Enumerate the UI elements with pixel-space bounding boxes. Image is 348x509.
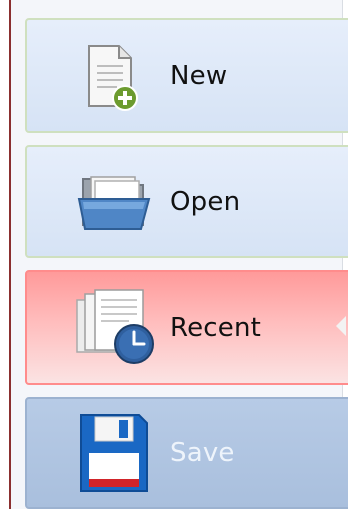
menu-item-save-label: Save xyxy=(170,438,235,468)
file-menu-panel: New Open Recent Save xyxy=(9,0,348,509)
recent-documents-icon xyxy=(71,288,157,372)
menu-item-new-label: New xyxy=(170,60,228,91)
menu-item-open[interactable]: Open xyxy=(25,145,348,258)
menu-item-new[interactable]: New xyxy=(25,18,348,133)
menu-item-recent-label: Recent xyxy=(170,312,262,343)
menu-item-save[interactable]: Save xyxy=(25,397,348,509)
save-floppy-icon xyxy=(77,411,151,499)
selected-pointer xyxy=(336,316,346,336)
menu-item-open-label: Open xyxy=(170,186,241,217)
menu-item-recent[interactable]: Recent xyxy=(25,270,348,385)
new-document-icon xyxy=(81,42,143,116)
folder-open-icon xyxy=(77,169,157,239)
